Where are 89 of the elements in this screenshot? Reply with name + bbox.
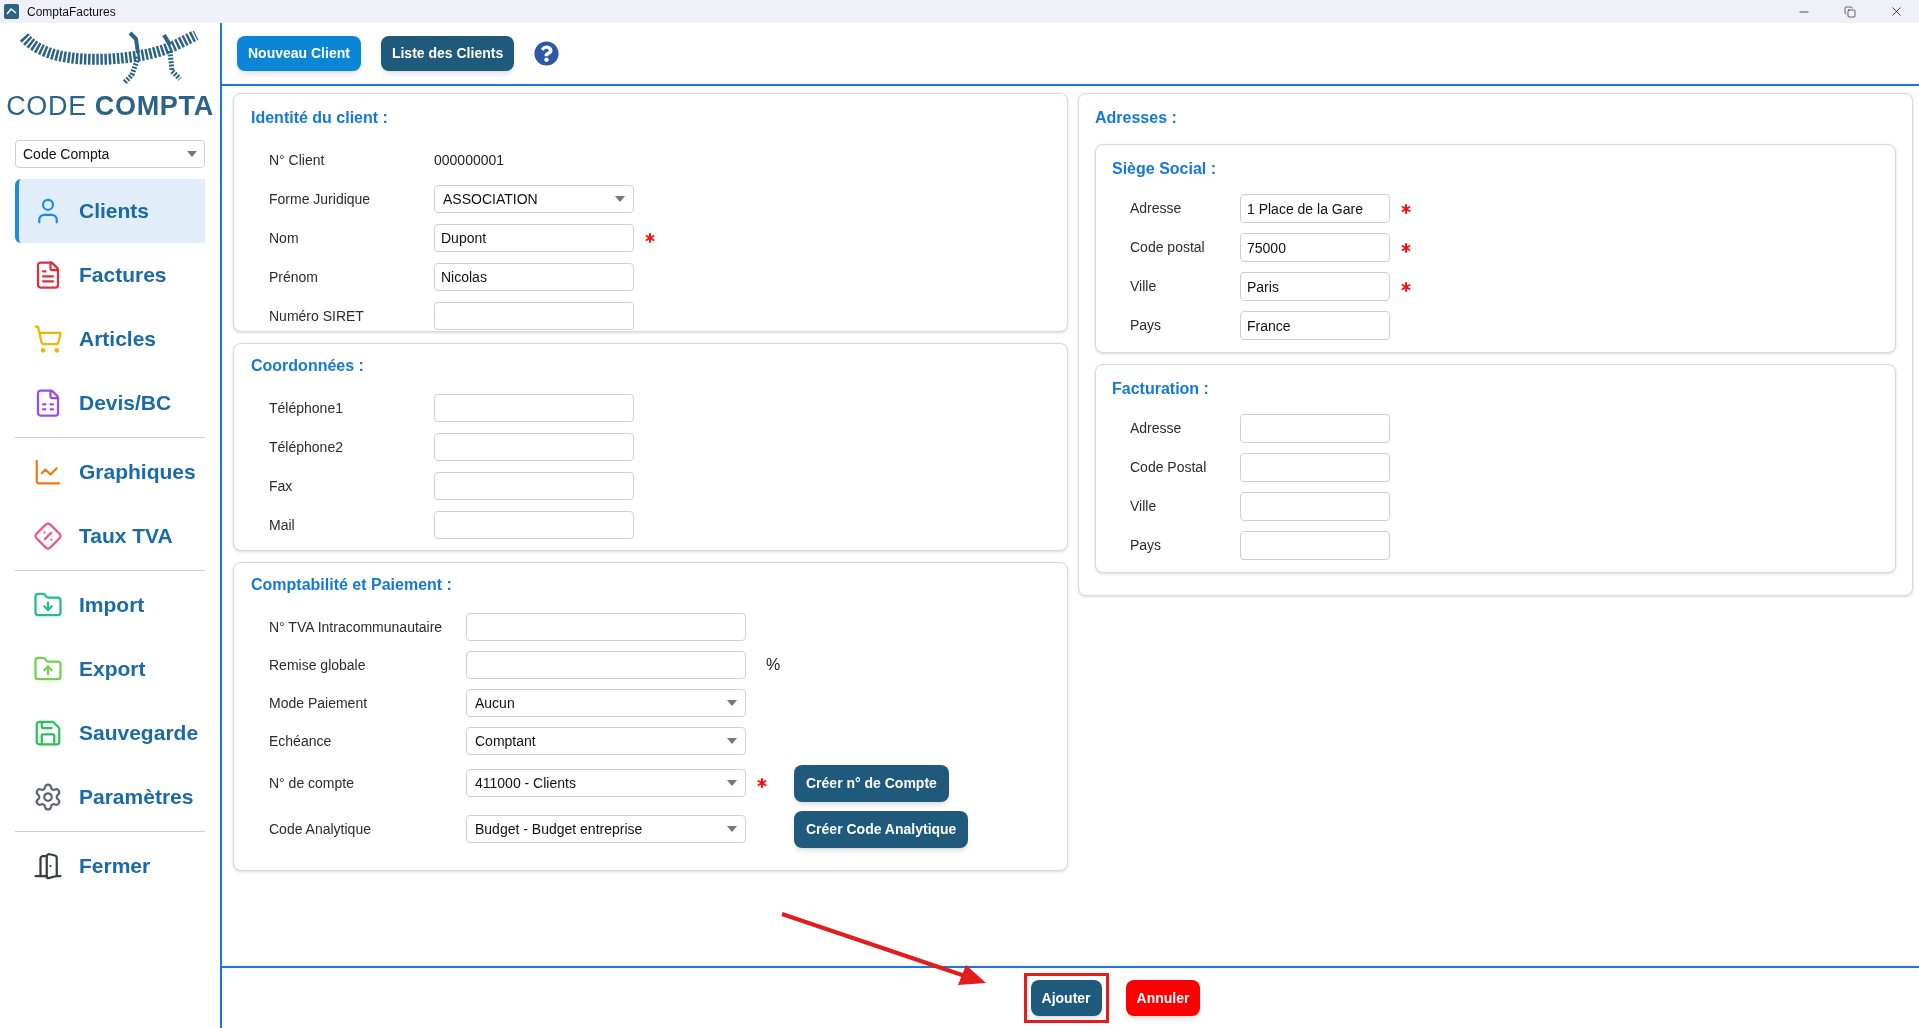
window-title: ComptaFactures bbox=[27, 3, 116, 21]
logo-wordmark: COMPTA bbox=[94, 93, 214, 120]
section-heading: Identité du client : bbox=[251, 108, 389, 128]
nav-item[interactable]: Fermer bbox=[15, 834, 205, 898]
cart-icon bbox=[33, 324, 63, 354]
text-field[interactable] bbox=[434, 302, 634, 330]
nav-item[interactable]: Articles bbox=[15, 307, 205, 371]
section-heading: Comptabilité et Paiement : bbox=[251, 575, 453, 595]
door-icon bbox=[33, 851, 63, 881]
text-field[interactable]: France bbox=[1240, 311, 1390, 340]
text-field[interactable]: Dupont bbox=[434, 224, 634, 252]
field-label: N° de compte bbox=[269, 773, 355, 793]
text-field[interactable]: Nicolas bbox=[434, 263, 634, 291]
app-icon bbox=[4, 4, 19, 19]
text-field[interactable]: Paris bbox=[1240, 272, 1390, 301]
nav-item[interactable]: Graphiques bbox=[15, 440, 205, 504]
toolbar-button[interactable]: Nouveau Client bbox=[237, 36, 361, 71]
text-field[interactable]: 1 Place de la Gare bbox=[1240, 194, 1390, 223]
field-label: Code postal bbox=[1130, 238, 1206, 257]
text-field[interactable] bbox=[1240, 492, 1390, 521]
field-label: Numéro SIRET bbox=[269, 306, 365, 326]
dropdown[interactable]: Comptant bbox=[466, 727, 746, 755]
text-field[interactable] bbox=[1240, 531, 1390, 560]
nav-item[interactable]: Import bbox=[15, 573, 205, 637]
dropdown[interactable]: Budget - Budget entreprise bbox=[466, 815, 746, 843]
create-button[interactable]: Créer n° de Compte bbox=[794, 764, 949, 802]
nav-item[interactable]: Sauvegarde bbox=[15, 701, 205, 765]
text-field[interactable] bbox=[434, 511, 634, 539]
toolbar-button[interactable]: Liste des Clients bbox=[380, 36, 515, 71]
nav-item[interactable]: Paramètres bbox=[15, 765, 205, 829]
action-button[interactable]: Annuler bbox=[1125, 980, 1201, 1016]
field-label: Mail bbox=[269, 515, 296, 535]
unit-label: % bbox=[766, 655, 781, 675]
logo-wordmark: CODE bbox=[6, 93, 87, 120]
field-label: Téléphone2 bbox=[269, 437, 344, 457]
text-field[interactable] bbox=[1240, 453, 1390, 482]
help-icon[interactable] bbox=[534, 41, 560, 66]
text-field[interactable] bbox=[434, 472, 634, 500]
caret-icon bbox=[615, 196, 625, 202]
section-heading: Coordonnées : bbox=[251, 356, 365, 376]
caret-icon bbox=[727, 738, 737, 744]
text-field[interactable] bbox=[1240, 414, 1390, 443]
nav-item[interactable]: Clients bbox=[15, 179, 205, 243]
field-label: Nom bbox=[269, 228, 300, 248]
field-label: Pays bbox=[1130, 316, 1163, 335]
field-label: Adresse bbox=[1130, 419, 1183, 438]
create-button[interactable]: Créer Code Analytique bbox=[794, 810, 969, 848]
caret-icon bbox=[727, 826, 737, 832]
section-heading: Adresses : bbox=[1095, 108, 1178, 128]
text-field[interactable] bbox=[434, 433, 634, 461]
field-label: N° TVA Intracommunautaire bbox=[269, 617, 444, 637]
restore-icon[interactable] bbox=[1844, 5, 1856, 18]
client-number: 000000001 bbox=[434, 150, 505, 170]
nav-item[interactable]: Taux TVA bbox=[15, 504, 205, 568]
field-label: Forme Juridique bbox=[269, 189, 372, 209]
field-label: Mode Paiement bbox=[269, 693, 369, 713]
field-label: Ville bbox=[1130, 277, 1158, 296]
save-icon bbox=[33, 718, 63, 748]
percent-tag-icon bbox=[33, 521, 63, 551]
text-field[interactable] bbox=[434, 394, 634, 422]
field-label: Pays bbox=[1130, 536, 1163, 555]
nav-item[interactable]: Factures bbox=[15, 243, 205, 307]
nav-item[interactable]: Devis/BC bbox=[15, 371, 205, 435]
section-heading: Siège Social : bbox=[1112, 159, 1218, 179]
caret-icon bbox=[727, 700, 737, 706]
text-field[interactable] bbox=[466, 613, 746, 641]
section-heading: Facturation : bbox=[1112, 379, 1210, 399]
field-label: N° Client bbox=[269, 150, 326, 170]
settings-icon bbox=[33, 782, 63, 812]
field-label: Code Postal bbox=[1130, 458, 1208, 477]
line-chart-icon bbox=[33, 457, 63, 487]
dropdown[interactable]: 411000 - Clients bbox=[466, 769, 746, 797]
field-label: Adresse bbox=[1130, 199, 1183, 218]
company-dropdown[interactable]: Code Compta bbox=[15, 140, 205, 168]
dropdown[interactable]: ASSOCIATION bbox=[434, 185, 634, 213]
dropdown[interactable]: Aucun bbox=[466, 689, 746, 717]
field-label: Echéance bbox=[269, 731, 333, 751]
field-label: Prénom bbox=[269, 267, 320, 287]
field-label: Code Analytique bbox=[269, 819, 372, 839]
caret-icon bbox=[727, 780, 737, 786]
nav-item[interactable]: Export bbox=[15, 637, 205, 701]
text-field[interactable]: 75000 bbox=[1240, 233, 1390, 262]
field-label: Ville bbox=[1130, 497, 1158, 516]
text-field[interactable] bbox=[466, 651, 746, 679]
field-label: Fax bbox=[269, 476, 294, 496]
caret-icon bbox=[187, 151, 197, 157]
field-label: Remise globale bbox=[269, 655, 367, 675]
action-button[interactable]: Ajouter bbox=[1030, 980, 1102, 1016]
field-label: Téléphone1 bbox=[269, 398, 344, 418]
